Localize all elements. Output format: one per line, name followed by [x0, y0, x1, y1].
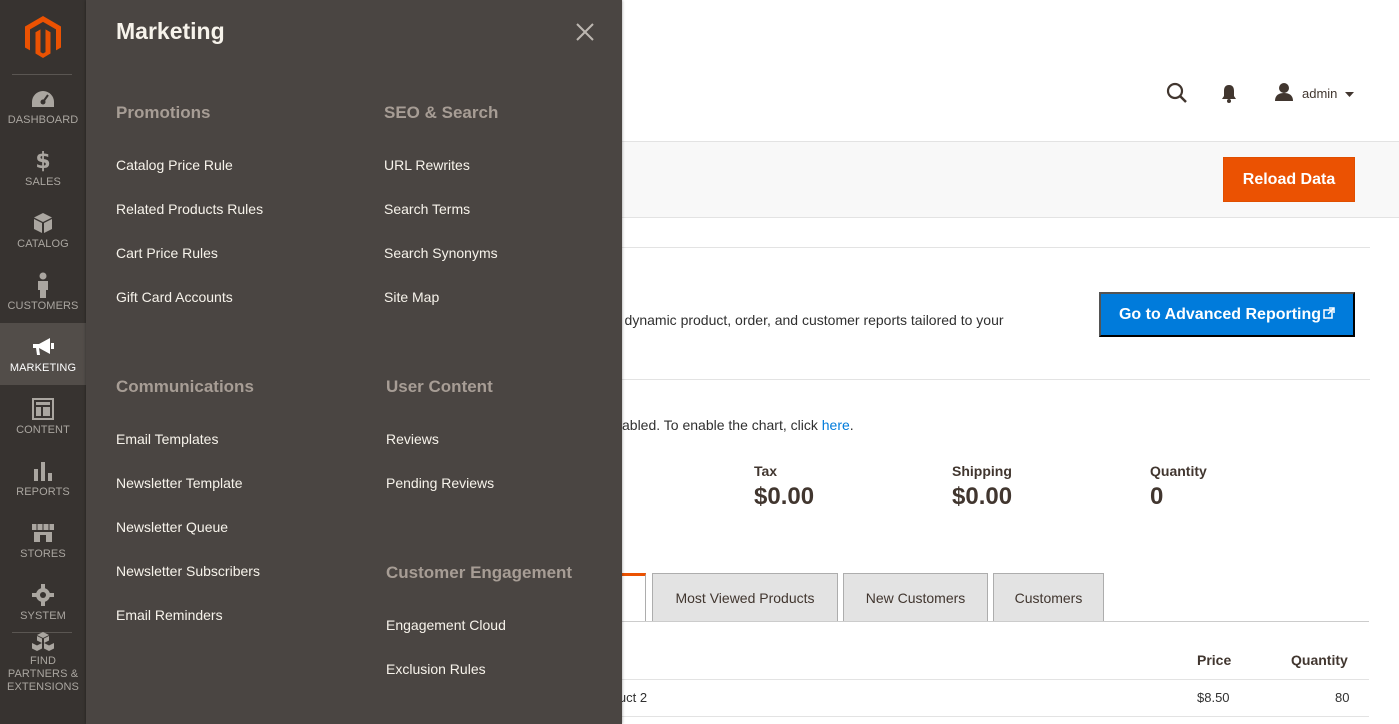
table-cell-quantity: 80: [1335, 690, 1350, 705]
menu-item-pending-reviews[interactable]: Pending Reviews: [386, 475, 494, 491]
sidebar-item-sales[interactable]: $ SALES: [0, 137, 86, 199]
user-icon: [1274, 82, 1294, 105]
menu-item-gift-card-accounts[interactable]: Gift Card Accounts: [116, 289, 233, 305]
gear-icon: [32, 582, 54, 608]
menu-item-search-synonyms[interactable]: Search Synonyms: [384, 245, 498, 261]
notifications-bell-icon[interactable]: [1220, 84, 1238, 109]
menu-item-newsletter-queue[interactable]: Newsletter Queue: [116, 519, 228, 535]
layout-icon: [32, 396, 54, 422]
menu-item-cart-price-rules[interactable]: Cart Price Rules: [116, 245, 218, 261]
sidebar-item-find-partners[interactable]: FIND PARTNERS & EXTENSIONS: [0, 632, 86, 698]
magento-logo-icon: [25, 16, 61, 58]
store-icon: [31, 520, 55, 546]
admin-username: admin: [1302, 86, 1338, 101]
menu-item-email-templates[interactable]: Email Templates: [116, 431, 218, 447]
close-icon[interactable]: [573, 20, 597, 44]
sidebar-item-label: SALES: [25, 176, 61, 188]
column-header-quantity: Quantity: [1291, 652, 1348, 668]
chart-message-suffix: .: [849, 417, 854, 433]
sidebar-item-content[interactable]: CONTENT: [0, 385, 86, 447]
chart-disabled-message: abled. To enable the chart, click here.: [622, 417, 854, 433]
menu-item-exclusion-rules[interactable]: Exclusion Rules: [386, 661, 486, 677]
menu-item-search-terms[interactable]: Search Terms: [384, 201, 470, 217]
chevron-down-icon: [1345, 86, 1355, 101]
sidebar-item-label: STORES: [20, 548, 66, 560]
tab-most-viewed-products[interactable]: Most Viewed Products: [652, 573, 838, 622]
sidebar-item-label: DASHBOARD: [7, 114, 79, 126]
metric-label: Shipping: [952, 463, 1012, 479]
section-title-customer-engagement: Customer Engagement: [386, 563, 573, 582]
advanced-reporting-text: r dynamic product, order, and customer r…: [616, 312, 1004, 328]
enable-chart-link[interactable]: here: [822, 417, 850, 433]
section-title-seo-search: SEO & Search: [384, 103, 499, 122]
section-title-promotions: Promotions: [116, 103, 211, 122]
search-icon[interactable]: [1166, 82, 1188, 109]
advanced-reporting-label: Go to Advanced Reporting: [1118, 305, 1322, 323]
section-title-communications: Communications: [116, 377, 254, 396]
menu-item-reviews[interactable]: Reviews: [386, 431, 439, 447]
section-title-user-content: User Content: [386, 377, 493, 396]
metric-tax: Tax $0.00: [754, 463, 814, 511]
admin-sidebar: DASHBOARD $ SALES CATALOG CUSTOMERS MARK…: [0, 0, 86, 724]
cubes-icon: [31, 631, 55, 653]
table-cell-price: $8.50: [1197, 690, 1230, 705]
menu-item-related-products-rules[interactable]: Related Products Rules: [116, 201, 263, 217]
advanced-reporting-button[interactable]: Go to Advanced Reporting: [1099, 292, 1355, 337]
menu-item-newsletter-subscribers[interactable]: Newsletter Subscribers: [116, 563, 260, 579]
megaphone-icon: [31, 334, 55, 360]
tab-customers[interactable]: Customers: [993, 573, 1104, 622]
sidebar-item-label: SYSTEM: [20, 610, 66, 622]
submenu-title: Marketing: [116, 18, 225, 44]
tabs-underline: [606, 621, 1369, 622]
table-row-divider: [606, 679, 1369, 680]
menu-item-catalog-price-rule[interactable]: Catalog Price Rule: [116, 157, 233, 173]
box-icon: [33, 210, 53, 236]
sidebar-item-stores[interactable]: STORES: [0, 509, 86, 571]
metric-value: $0.00: [754, 483, 815, 510]
sidebar-item-label: CATALOG: [17, 238, 69, 250]
tab-new-customers[interactable]: New Customers: [843, 573, 988, 622]
table-row-divider: [606, 716, 1369, 717]
bar-chart-icon: [33, 458, 53, 484]
menu-item-engagement-cloud[interactable]: Engagement Cloud: [386, 617, 506, 633]
metric-value: $0.00: [952, 483, 1013, 510]
sidebar-item-marketing[interactable]: MARKETING: [0, 323, 86, 385]
external-link-icon: [1323, 306, 1335, 324]
column-header-price: Price: [1197, 652, 1232, 668]
menu-item-newsletter-template[interactable]: Newsletter Template: [116, 475, 243, 491]
dashboard-icon: [31, 86, 55, 112]
menu-item-site-map[interactable]: Site Map: [384, 289, 439, 305]
metric-label: Quantity: [1150, 463, 1207, 479]
dollar-icon: $: [35, 148, 51, 174]
magento-logo[interactable]: [0, 0, 86, 74]
sidebar-item-reports[interactable]: REPORTS: [0, 447, 86, 509]
metric-quantity: Quantity 0: [1150, 463, 1207, 511]
sidebar-item-label: MARKETING: [9, 362, 77, 374]
sidebar-item-label: REPORTS: [16, 486, 70, 498]
sidebar-item-dashboard[interactable]: DASHBOARD: [0, 75, 86, 137]
reload-data-button[interactable]: Reload Data: [1223, 157, 1355, 202]
marketing-submenu: Marketing Promotions Catalog Price Rule …: [86, 0, 622, 724]
chart-message-text: abled. To enable the chart, click: [622, 417, 822, 433]
metric-value: 0: [1150, 483, 1164, 510]
sidebar-item-catalog[interactable]: CATALOG: [0, 199, 86, 261]
menu-item-email-reminders[interactable]: Email Reminders: [116, 607, 223, 623]
sidebar-item-label: FIND PARTNERS & EXTENSIONS: [7, 655, 79, 693]
metric-shipping: Shipping $0.00: [952, 463, 1012, 511]
sidebar-item-label: CONTENT: [16, 424, 70, 436]
person-icon: [36, 272, 50, 298]
metric-label: Tax: [754, 463, 778, 479]
admin-user-menu[interactable]: admin: [1274, 82, 1355, 105]
sidebar-item-label: CUSTOMERS: [7, 300, 79, 312]
menu-item-url-rewrites[interactable]: URL Rewrites: [384, 157, 470, 173]
sidebar-item-system[interactable]: SYSTEM: [0, 571, 86, 633]
sidebar-item-customers[interactable]: CUSTOMERS: [0, 261, 86, 323]
